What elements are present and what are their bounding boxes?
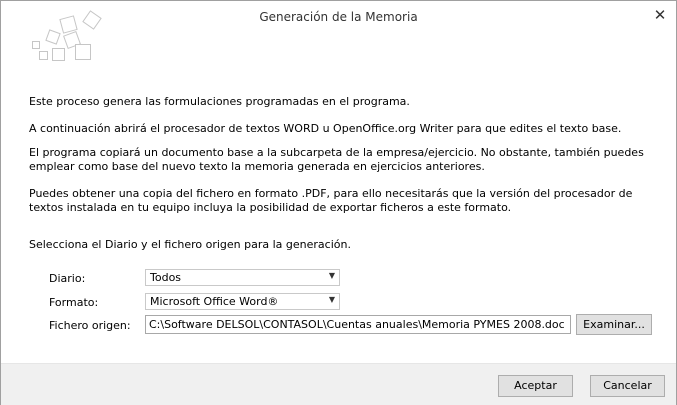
intro-paragraph: Este proceso genera las formulaciones pr… — [29, 95, 410, 108]
close-icon[interactable]: ✕ — [650, 5, 670, 25]
pdf-paragraph: Puedes obtener una copia del fichero en … — [29, 187, 633, 214]
accept-button[interactable]: Aceptar — [498, 375, 573, 397]
chevron-down-icon: ▼ — [328, 295, 335, 304]
formato-select[interactable]: Microsoft Office Word® ▼ — [145, 293, 340, 310]
diario-label: Diario: — [49, 272, 86, 285]
word-paragraph: A continuación abrirá el procesador de t… — [29, 122, 622, 135]
diario-value: Todos — [150, 271, 182, 284]
fichero-origen-input[interactable]: C:\Software DELSOL\CONTASOL\Cuentas anua… — [145, 315, 571, 334]
fichero-path-value: C:\Software DELSOL\CONTASOL\Cuentas anua… — [149, 318, 565, 331]
chevron-down-icon: ▼ — [328, 271, 335, 280]
formato-label: Formato: — [49, 296, 99, 309]
fichero-label: Fichero origen: — [49, 319, 131, 332]
dialog-window: Generación de la Memoria ✕ Este proceso … — [0, 0, 677, 405]
select-instruction: Selecciona el Diario y el fichero origen… — [29, 238, 351, 251]
logo-squares-icon — [9, 10, 104, 67]
cancel-button[interactable]: Cancelar — [590, 375, 665, 397]
copy-paragraph: El programa copiará un documento base a … — [29, 146, 644, 173]
examinar-button[interactable]: Examinar... — [576, 314, 652, 335]
formato-value: Microsoft Office Word® — [150, 295, 279, 308]
dialog-footer: Aceptar Cancelar — [1, 363, 676, 405]
diario-select[interactable]: Todos ▼ — [145, 269, 340, 286]
